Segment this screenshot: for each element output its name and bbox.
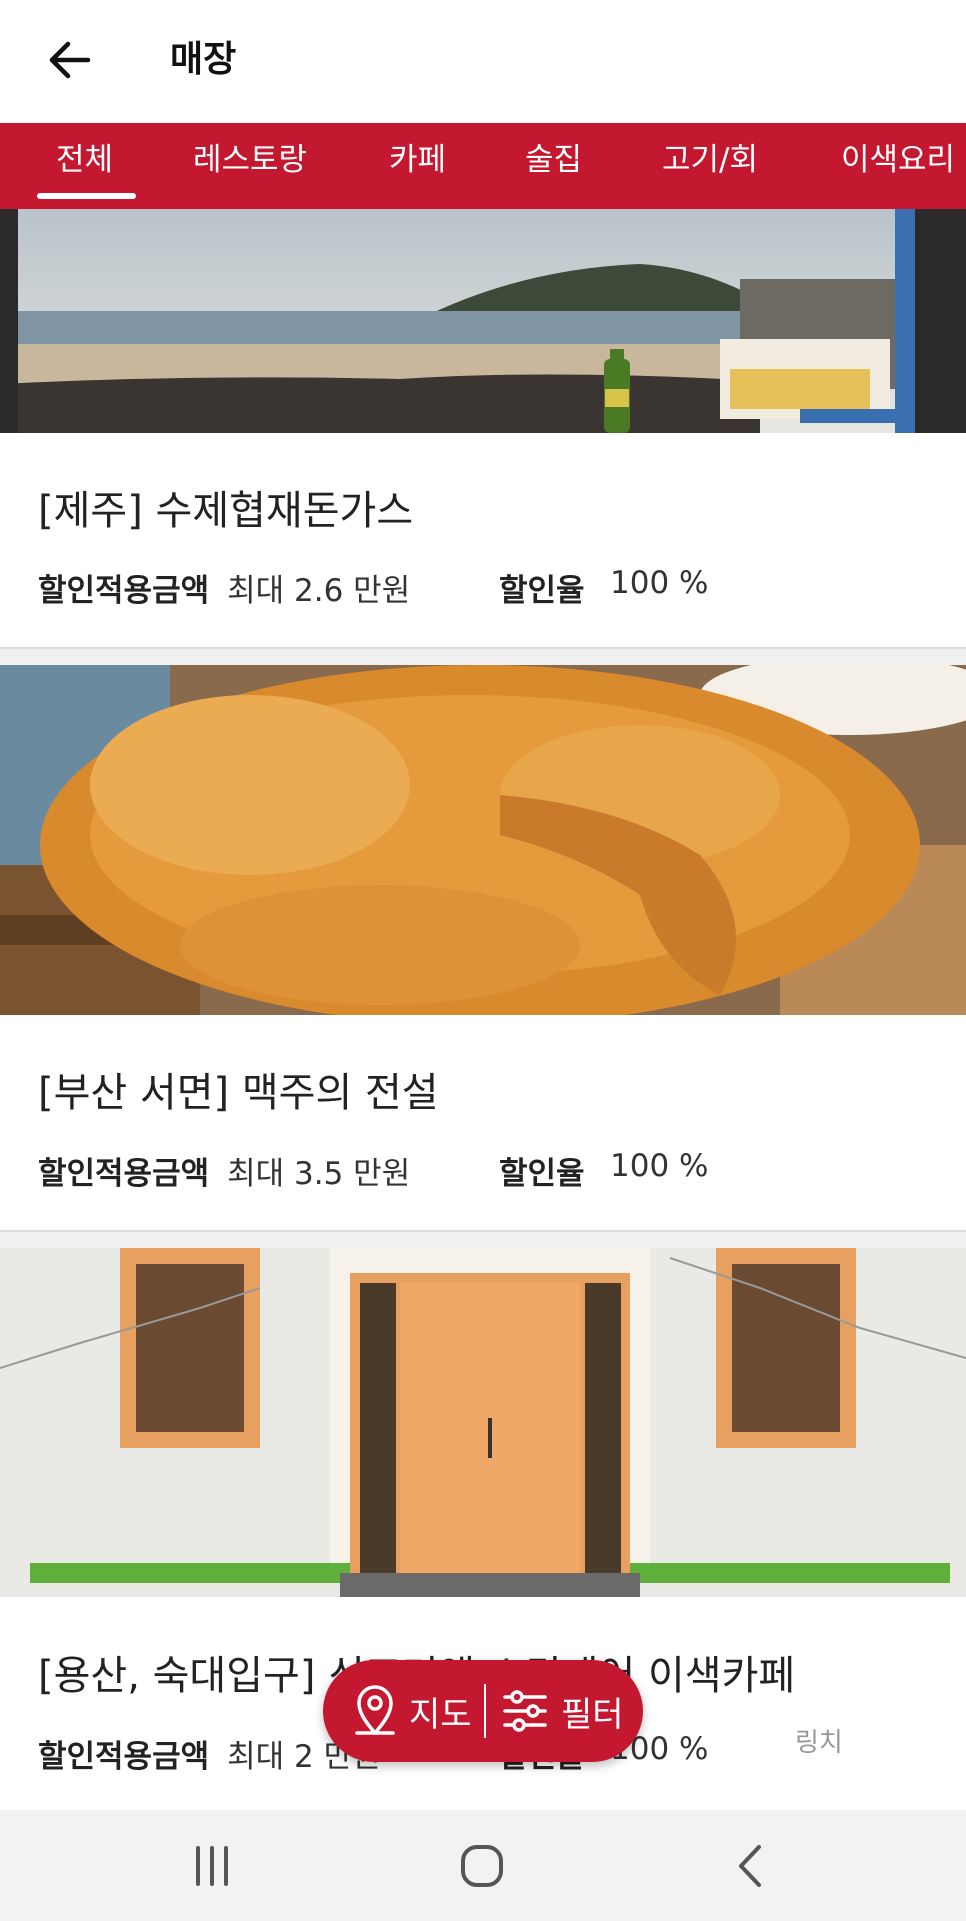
map-label: 지도: [409, 1694, 472, 1735]
store-image: [0, 665, 966, 1015]
store-meta: 할인적용금액 최대 2.6 만원 할인율 100 %: [38, 565, 708, 610]
discount-amount-value: 최대 3.5 만원: [227, 1156, 411, 1192]
discount-amount-value: 최대 2.6 만원: [227, 573, 411, 609]
tab-restaurant[interactable]: 레스토랑: [193, 123, 307, 209]
divider: [0, 647, 966, 665]
tab-cafe[interactable]: 카페: [389, 123, 446, 209]
chevron-left-icon: [739, 1844, 761, 1887]
arrow-left-icon: [49, 41, 91, 79]
back-button[interactable]: [40, 30, 100, 90]
filter-button[interactable]: 필터: [501, 1660, 624, 1762]
recent-apps-icon: [196, 1845, 228, 1886]
discount-amount-label: 할인적용금액: [38, 1156, 210, 1192]
system-back-button[interactable]: [690, 1810, 810, 1921]
store-card[interactable]: [제주] 수제협재돈가스 할인적용금액 최대 2.6 만원 할인율 100 %: [0, 209, 966, 647]
watermark-text: 링치: [795, 1728, 843, 1758]
app-bar: 매장: [0, 0, 966, 123]
active-tab-indicator: [37, 193, 136, 199]
location-pin-icon: [355, 1685, 395, 1735]
fab-divider: [484, 1684, 486, 1738]
store-meta: 할인적용금액 최대 3.5 만원 할인율 100 %: [38, 1148, 708, 1193]
discount-rate-label: 할인율: [499, 1156, 585, 1192]
page-title: 매장: [170, 39, 237, 80]
store-title: [제주] 수제협재돈가스: [38, 488, 414, 534]
store-card[interactable]: [부산 서면] 맥주의 전설 할인적용금액 최대 3.5 만원 할인율 100 %: [0, 665, 966, 1230]
category-tabs: 전체 레스토랑 카페 술집 고기/회 이색요리: [0, 123, 966, 209]
discount-rate-value: 100 %: [610, 1148, 709, 1184]
store-image: [0, 1248, 966, 1597]
map-button[interactable]: 지도: [353, 1660, 472, 1762]
divider: [0, 1230, 966, 1248]
tab-meat-sashimi[interactable]: 고기/회: [662, 123, 758, 209]
store-meta: 할인적용금액최대 2 만원 할인율 100 %: [38, 1731, 708, 1776]
discount-rate-value: 100 %: [610, 565, 709, 601]
tab-exotic-food[interactable]: 이색요리: [841, 123, 955, 209]
recent-apps-button[interactable]: [152, 1810, 272, 1921]
store-image: [0, 209, 966, 433]
sliders-icon: [503, 1690, 547, 1732]
discount-amount-label: 할인적용금액: [38, 573, 210, 609]
store-title: [부산 서면] 맥주의 전설: [38, 1070, 439, 1116]
filter-label: 필터: [561, 1694, 624, 1735]
discount-rate-label: 할인율: [499, 573, 585, 609]
tab-bar[interactable]: 술집: [525, 123, 582, 209]
system-nav-bar: [0, 1810, 966, 1921]
home-icon: [461, 1844, 503, 1887]
map-filter-fab: 지도 필터: [323, 1660, 643, 1762]
home-button[interactable]: [422, 1810, 542, 1921]
discount-amount-label: 할인적용금액: [38, 1739, 210, 1775]
